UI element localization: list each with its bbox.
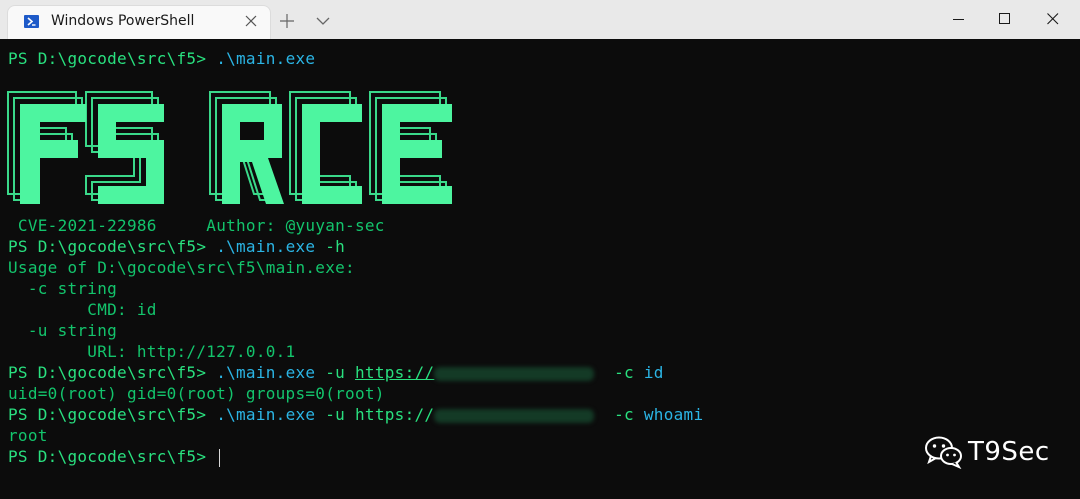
tab-windows-powershell[interactable]: Windows PowerShell [8,6,270,39]
tab-title: Windows PowerShell [51,13,195,29]
flag-c: -c [614,405,634,424]
command: .\main.exe [216,405,316,424]
close-tab-icon[interactable] [242,12,260,30]
redacted-host [434,408,595,423]
usage-line: -c string [8,279,118,298]
flag-u: -u [325,405,346,424]
author: Author: @yuyan-sec [206,216,385,235]
output-line: uid=0(root) gid=0(root) groups=0(root) [8,384,385,403]
close-window-button[interactable] [1030,0,1076,39]
chevron-down-icon[interactable] [314,12,332,30]
prompt: PS D:\gocode\src\f5> [8,49,207,68]
usage-line: CMD: id [8,300,157,319]
flag-c: -c [614,363,634,382]
terminal-output[interactable]: PS D:\gocode\src\f5> .\main.exe CVE-2021… [0,39,1080,499]
prompt: PS D:\gocode\src\f5> [8,237,207,256]
powershell-window: Windows PowerShell PS D:\gocode\src\f5> … [0,0,1080,499]
prompt: PS D:\gocode\src\f5> [8,363,207,382]
command-args: -h [325,237,346,256]
prompt-line-2: PS D:\gocode\src\f5> .\main.exe -h [8,236,345,257]
new-tab-plus-icon[interactable] [278,12,296,30]
watermark: T9Sec [924,435,1049,471]
prompt-line-4: PS D:\gocode\src\f5> .\main.exe -u https… [8,404,703,425]
usage-line: URL: http://127.0.0.1 [8,342,296,361]
target-url: https:// [355,405,435,424]
flag-value: whoami [643,405,704,424]
prompt-line-1: PS D:\gocode\src\f5> .\main.exe [8,48,315,69]
usage-line: Usage of D:\gocode\src\f5\main.exe: [8,258,355,277]
title-bar: Windows PowerShell [0,0,1080,39]
minimize-button[interactable] [936,0,982,39]
prompt-line-5: PS D:\gocode\src\f5> [8,446,221,467]
output-line: root [8,426,48,445]
prompt-line-3: PS D:\gocode\src\f5> .\main.exe -u https… [8,362,664,383]
command: .\main.exe [216,49,316,68]
command: .\main.exe [216,363,316,382]
text-cursor[interactable] [219,448,221,467]
command: .\main.exe [216,237,316,256]
minimize-icon [953,19,964,20]
flag-u: -u [325,363,346,382]
ascii-banner-f5-rce [7,91,452,204]
watermark-text: T9Sec [968,437,1050,467]
flag-value: id [643,363,664,382]
maximize-icon [999,13,1010,24]
prompt: PS D:\gocode\src\f5> [8,405,207,424]
prompt: PS D:\gocode\src\f5> [8,447,207,466]
powershell-icon [24,15,39,28]
maximize-button[interactable] [982,0,1028,39]
cve-id: CVE-2021-22986 [8,216,157,235]
wechat-icon [925,436,962,470]
target-url: https:// [355,363,435,382]
redacted-host [434,366,595,381]
banner-info-line: CVE-2021-22986 Author: @yuyan-sec [8,215,385,236]
usage-line: -u string [8,321,118,340]
close-icon [1047,13,1059,25]
